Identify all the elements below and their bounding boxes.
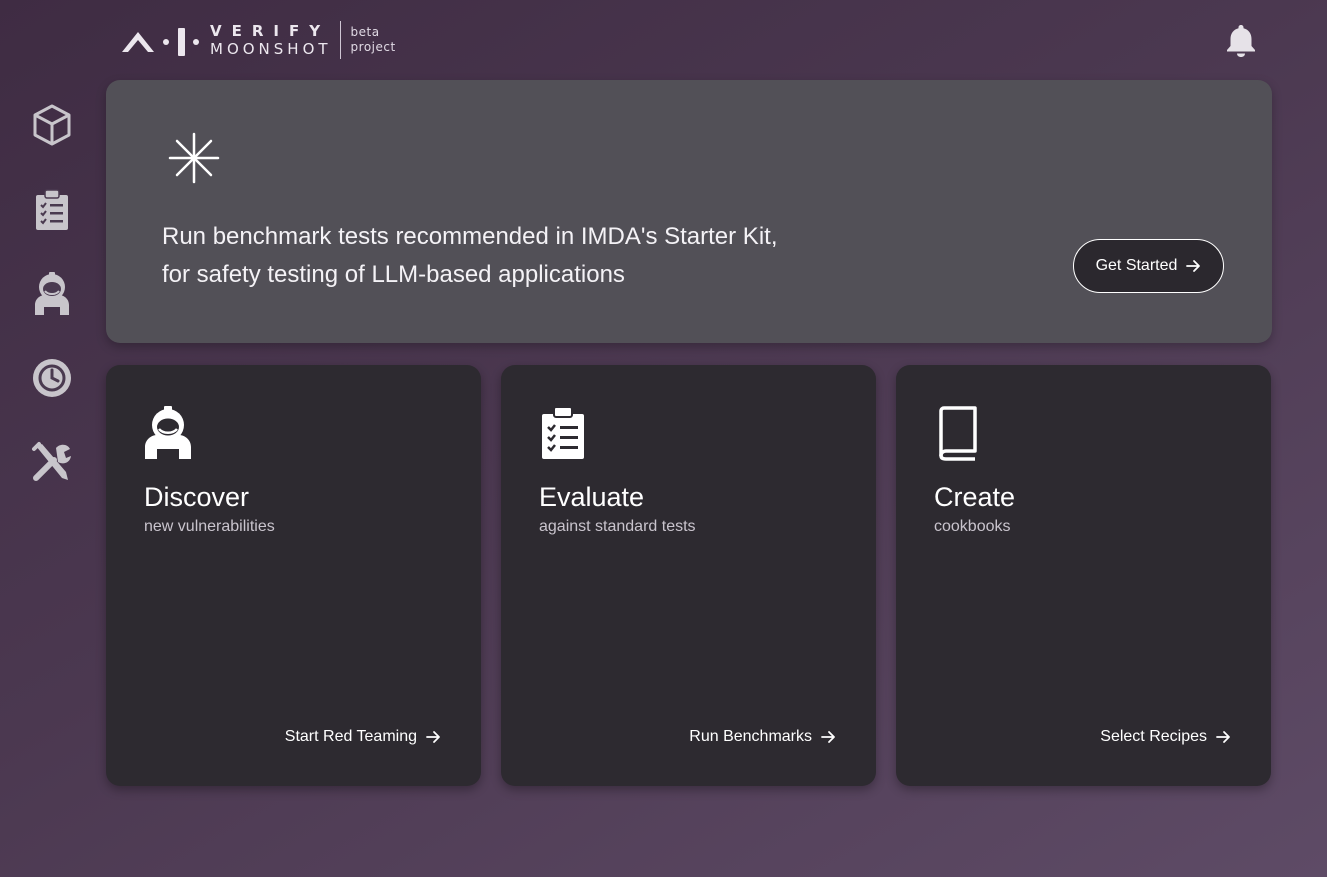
cube-icon <box>33 104 71 146</box>
arrow-right-icon <box>1186 260 1201 272</box>
app-logo[interactable]: VERIFY MOONSHOT beta project <box>120 20 396 60</box>
sidebar-item-red-teaming[interactable] <box>28 270 76 318</box>
hero-line-2: for safety testing of LLM-based applicat… <box>162 261 625 288</box>
hero-line-1: Run benchmark tests recommended in IMDA'… <box>162 223 778 250</box>
card-action-label: Start Red Teaming <box>284 728 417 745</box>
logo-tag-beta: beta <box>350 25 380 39</box>
logo-divider <box>339 21 341 59</box>
sidebar-item-benchmarks[interactable] <box>28 186 76 234</box>
ai-verify-logo-mark-icon <box>122 28 199 56</box>
arrow-right-icon <box>821 731 835 743</box>
card-discover[interactable]: Discover new vulnerabilities Start Red T… <box>106 365 481 786</box>
logo-verify-text: VERIFY <box>210 21 331 40</box>
arrow-right-icon <box>1216 731 1230 743</box>
card-subtitle: against standard tests <box>539 518 696 535</box>
card-action-label: Select Recipes <box>1100 728 1207 745</box>
get-started-label: Get Started <box>1095 257 1178 274</box>
sidebar-item-cube[interactable] <box>28 101 76 149</box>
hero-description: Run benchmark tests recommended in IMDA'… <box>162 218 862 294</box>
logo-tag: beta project <box>351 25 396 55</box>
clipboard-checklist-icon <box>542 406 584 459</box>
card-evaluate[interactable]: Evaluate against standard tests Run Benc… <box>501 365 876 786</box>
sidebar-item-history[interactable] <box>28 354 76 402</box>
app-header: VERIFY MOONSHOT beta project <box>0 0 1327 80</box>
card-title: Evaluate <box>539 482 645 512</box>
select-recipes-link[interactable]: Select Recipes <box>1100 728 1231 746</box>
hero-banner: Run benchmark tests recommended in IMDA'… <box>106 80 1272 343</box>
card-subtitle: new vulnerabilities <box>144 518 275 535</box>
tools-icon <box>32 442 71 481</box>
card-title: Create <box>934 482 1016 512</box>
logo-moonshot-text: MOONSHOT <box>210 39 332 58</box>
card-title: Discover <box>144 482 250 512</box>
astronaut-icon <box>145 406 191 459</box>
card-create[interactable]: Create cookbooks Select Recipes <box>896 365 1271 786</box>
logo-wordmark: VERIFY MOONSHOT <box>210 21 332 58</box>
astronaut-icon <box>35 272 69 315</box>
clipboard-checklist-icon <box>36 189 68 230</box>
card-subtitle: cookbooks <box>934 518 1011 535</box>
card-action-label: Run Benchmarks <box>689 728 812 745</box>
asterisk-sparkle-icon <box>168 132 220 184</box>
arrow-right-icon <box>426 731 440 743</box>
start-red-teaming-link[interactable]: Start Red Teaming <box>285 728 441 746</box>
get-started-button[interactable]: Get Started <box>1073 239 1224 293</box>
history-clock-icon <box>33 359 71 397</box>
bell-icon[interactable] <box>1224 22 1258 58</box>
sidebar-item-tools[interactable] <box>28 438 76 486</box>
run-benchmarks-link[interactable]: Run Benchmarks <box>689 728 836 746</box>
logo-tag-project: project <box>350 40 396 54</box>
book-icon <box>939 406 977 461</box>
